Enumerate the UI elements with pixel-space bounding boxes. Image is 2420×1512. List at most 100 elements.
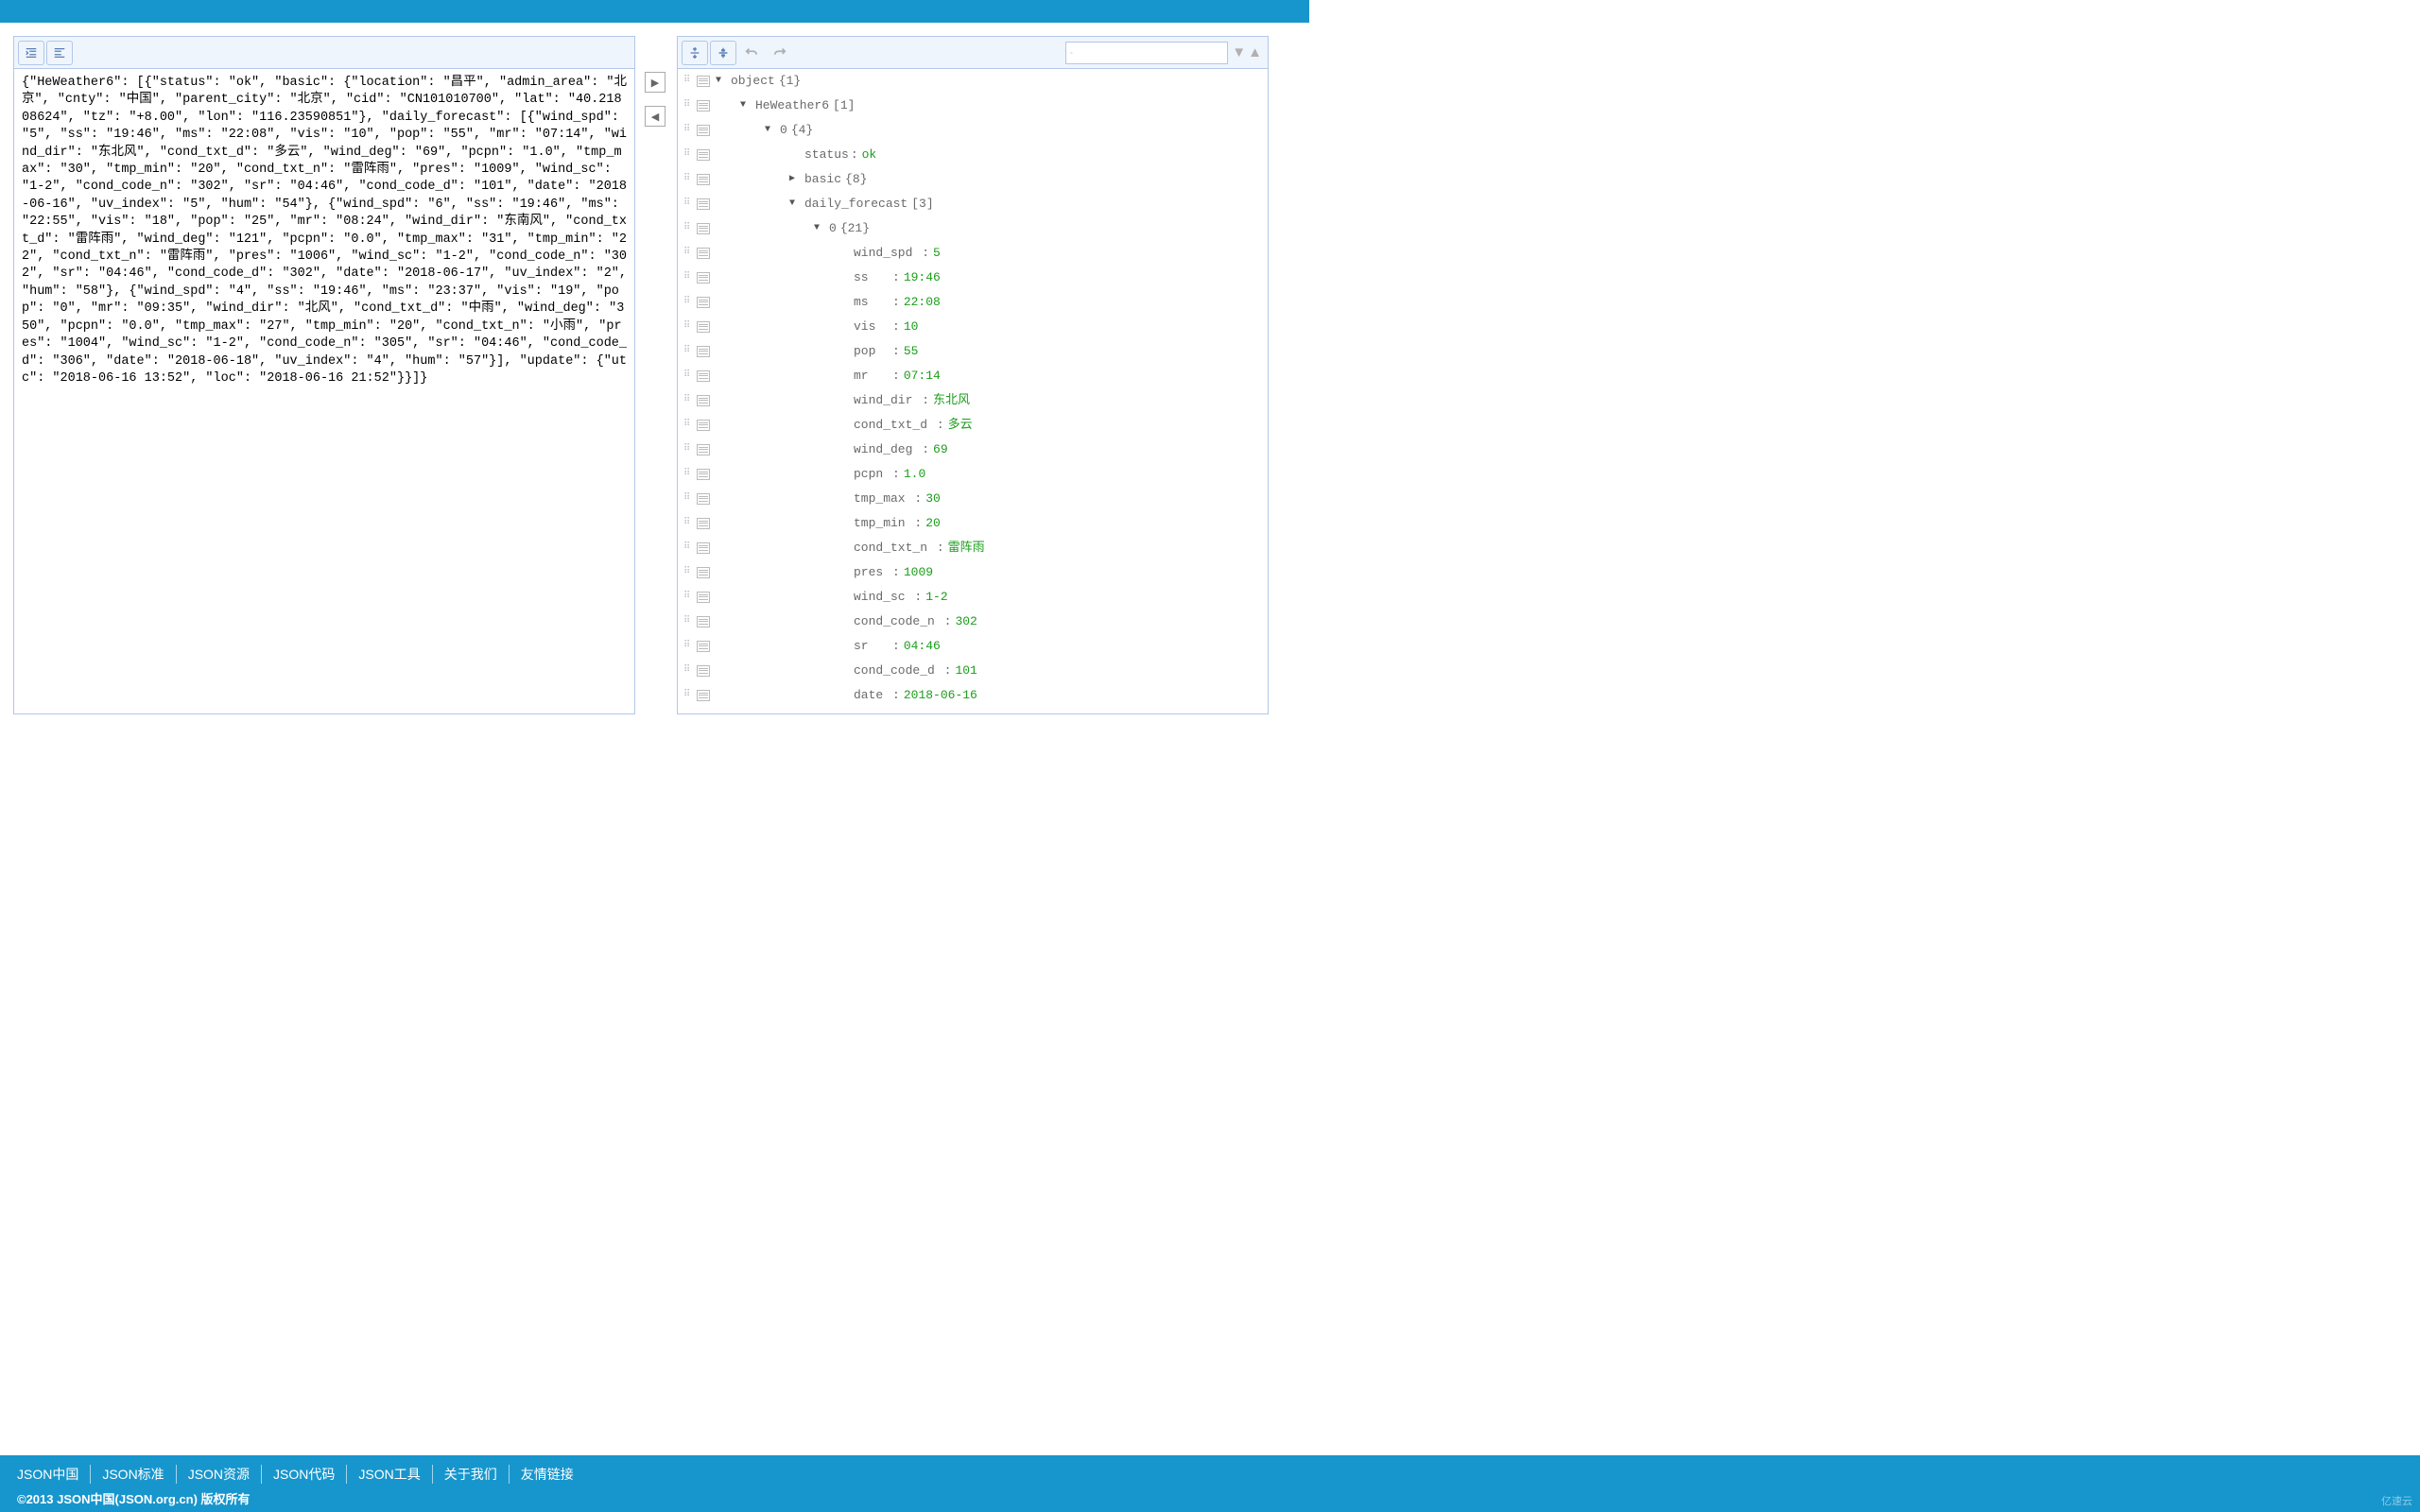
search-input[interactable] <box>1077 46 1223 60</box>
row-menu-icon[interactable] <box>697 297 710 308</box>
row-menu-icon[interactable] <box>697 174 710 185</box>
indent-right-button[interactable] <box>18 41 44 65</box>
copy-left-button[interactable]: ◀ <box>645 106 666 127</box>
tree-row[interactable]: cond_txt_d :多云 <box>678 413 1268 438</box>
drag-handle-icon[interactable] <box>683 664 697 678</box>
drag-handle-icon[interactable] <box>683 443 697 456</box>
row-menu-icon[interactable] <box>697 272 710 284</box>
drag-handle-icon[interactable] <box>683 296 697 309</box>
drag-handle-icon[interactable] <box>683 173 697 186</box>
tree-row[interactable]: pres :1009 <box>678 560 1268 585</box>
tree-row[interactable]: HeWeather6 [1] <box>678 94 1268 118</box>
tree-row[interactable]: 0 {4} <box>678 118 1268 143</box>
row-menu-icon[interactable] <box>697 198 710 210</box>
drag-handle-icon[interactable] <box>683 689 697 702</box>
undo-button[interactable] <box>738 41 765 65</box>
toggle-icon[interactable] <box>716 75 731 88</box>
tree-row[interactable]: wind_sc :1-2 <box>678 585 1268 610</box>
drag-handle-icon[interactable] <box>683 541 697 555</box>
tree-row[interactable]: 0 {21} <box>678 216 1268 241</box>
row-menu-icon[interactable] <box>697 420 710 431</box>
tree-view[interactable]: object {1}HeWeather6 [1]0 {4}status:okba… <box>678 69 1268 713</box>
footer-link[interactable]: JSON中国 <box>17 1465 91 1484</box>
tree-row[interactable]: status:ok <box>678 143 1268 167</box>
redo-button[interactable] <box>767 41 793 65</box>
tree-row[interactable]: tmp_min :20 <box>678 511 1268 536</box>
drag-handle-icon[interactable] <box>683 320 697 334</box>
drag-handle-icon[interactable] <box>683 124 697 137</box>
tree-row[interactable]: wind_spd :5 <box>678 241 1268 266</box>
row-menu-icon[interactable] <box>697 149 710 161</box>
row-menu-icon[interactable] <box>697 665 710 677</box>
footer-link[interactable]: JSON代码 <box>262 1465 347 1484</box>
footer-link[interactable]: JSON资源 <box>177 1465 262 1484</box>
row-menu-icon[interactable] <box>697 493 710 505</box>
tree-row[interactable]: pcpn :1.0 <box>678 462 1268 487</box>
drag-handle-icon[interactable] <box>683 394 697 407</box>
tree-row[interactable]: mr :07:14 <box>678 364 1268 388</box>
row-menu-icon[interactable] <box>697 223 710 234</box>
row-menu-icon[interactable] <box>697 592 710 603</box>
drag-handle-icon[interactable] <box>683 419 697 432</box>
row-menu-icon[interactable] <box>697 346 710 357</box>
tree-row[interactable]: cond_code_n :302 <box>678 610 1268 634</box>
collapse-all-button[interactable] <box>710 41 736 65</box>
tree-row[interactable]: cond_txt_n :雷阵雨 <box>678 536 1268 560</box>
drag-handle-icon[interactable] <box>683 591 697 604</box>
drag-handle-icon[interactable] <box>683 198 697 211</box>
row-menu-icon[interactable] <box>697 125 710 136</box>
expand-all-button[interactable] <box>682 41 708 65</box>
toggle-icon[interactable] <box>814 222 829 235</box>
tree-row[interactable]: daily_forecast [3] <box>678 192 1268 216</box>
footer-link[interactable]: JSON标准 <box>91 1465 176 1484</box>
drag-handle-icon[interactable] <box>683 566 697 579</box>
drag-handle-icon[interactable] <box>683 492 697 506</box>
toggle-icon[interactable] <box>789 198 804 211</box>
row-menu-icon[interactable] <box>697 321 710 333</box>
tree-row[interactable]: pop :55 <box>678 339 1268 364</box>
row-menu-icon[interactable] <box>697 469 710 480</box>
row-menu-icon[interactable] <box>697 370 710 382</box>
drag-handle-icon[interactable] <box>683 468 697 481</box>
drag-handle-icon[interactable] <box>683 345 697 358</box>
tree-row[interactable]: vis :10 <box>678 315 1268 339</box>
copy-right-button[interactable]: ▶ <box>645 72 666 93</box>
tree-row[interactable]: object {1} <box>678 69 1268 94</box>
toggle-icon[interactable] <box>740 99 755 112</box>
drag-handle-icon[interactable] <box>683 99 697 112</box>
tree-row[interactable]: wind_dir :东北风 <box>678 388 1268 413</box>
row-menu-icon[interactable] <box>697 567 710 578</box>
search-box[interactable] <box>1065 42 1228 64</box>
drag-handle-icon[interactable] <box>683 222 697 235</box>
raw-json-text[interactable]: {"HeWeather6": [{"status": "ok", "basic"… <box>14 69 634 713</box>
drag-handle-icon[interactable] <box>683 615 697 628</box>
drag-handle-icon[interactable] <box>683 75 697 88</box>
indent-left-button[interactable] <box>46 41 73 65</box>
tree-row[interactable]: cond_code_d :101 <box>678 659 1268 683</box>
row-menu-icon[interactable] <box>697 690 710 701</box>
toggle-icon[interactable] <box>789 173 804 186</box>
row-menu-icon[interactable] <box>697 641 710 652</box>
tree-row[interactable]: tmp_max :30 <box>678 487 1268 511</box>
drag-handle-icon[interactable] <box>683 148 697 162</box>
row-menu-icon[interactable] <box>697 542 710 554</box>
tree-row[interactable]: ms :22:08 <box>678 290 1268 315</box>
row-menu-icon[interactable] <box>697 518 710 529</box>
row-menu-icon[interactable] <box>697 444 710 455</box>
search-options-icon[interactable]: ▼▲ <box>1232 44 1264 60</box>
row-menu-icon[interactable] <box>697 76 710 87</box>
tree-row[interactable]: wind_deg :69 <box>678 438 1268 462</box>
footer-link[interactable]: 友情链接 <box>510 1465 585 1484</box>
footer-link[interactable]: JSON工具 <box>347 1465 432 1484</box>
drag-handle-icon[interactable] <box>683 247 697 260</box>
tree-row[interactable]: basic {8} <box>678 167 1268 192</box>
drag-handle-icon[interactable] <box>683 640 697 653</box>
toggle-icon[interactable] <box>765 124 780 137</box>
drag-handle-icon[interactable] <box>683 271 697 284</box>
row-menu-icon[interactable] <box>697 395 710 406</box>
row-menu-icon[interactable] <box>697 100 710 112</box>
row-menu-icon[interactable] <box>697 248 710 259</box>
row-menu-icon[interactable] <box>697 616 710 627</box>
tree-row[interactable]: date :2018-06-16 <box>678 683 1268 708</box>
drag-handle-icon[interactable] <box>683 369 697 383</box>
